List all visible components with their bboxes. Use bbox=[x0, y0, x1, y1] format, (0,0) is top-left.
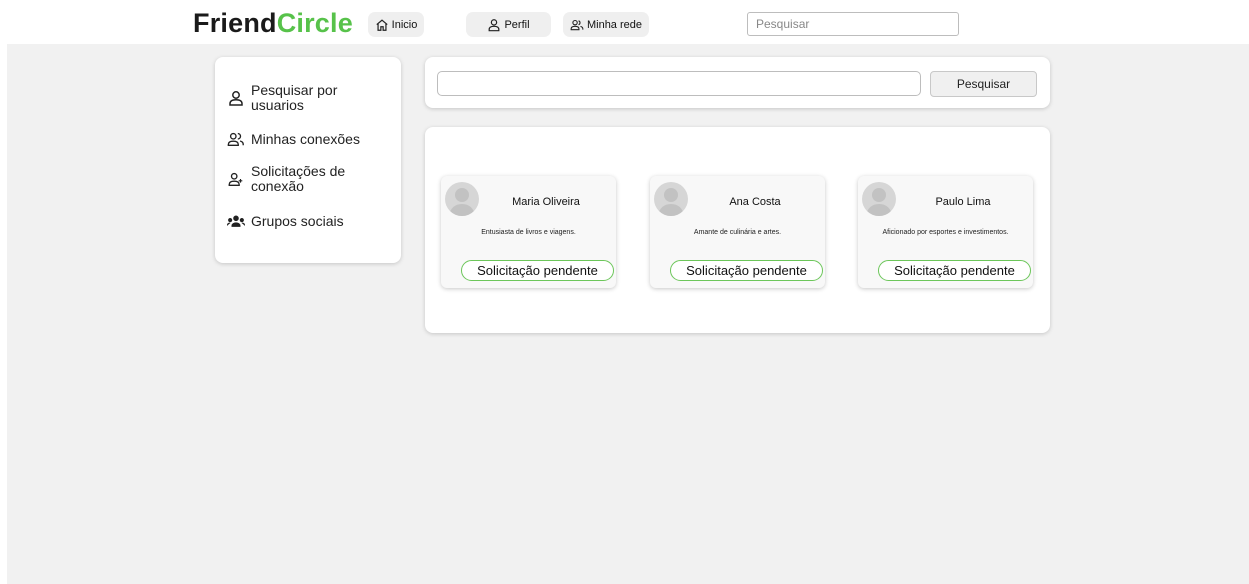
top-header: FriendCircle Inicio Perfil Minha rede bbox=[0, 0, 1249, 44]
user-bio: Amante de culinária e artes. bbox=[693, 229, 782, 236]
default-avatar-icon bbox=[449, 188, 475, 216]
search-panel: Pesquisar bbox=[425, 57, 1050, 108]
logo-circle: Circle bbox=[276, 8, 353, 38]
avatar bbox=[862, 182, 896, 216]
pending-request-button[interactable]: Solicitação pendente bbox=[461, 260, 614, 281]
sidebar-item-social-groups[interactable]: Grupos sociais bbox=[227, 212, 344, 230]
sidebar-item-label: Solicitações de conexão bbox=[251, 163, 346, 194]
group-icon bbox=[227, 215, 245, 227]
sidebar-item-label: Pesquisar por usuarios bbox=[251, 82, 338, 113]
pending-request-button[interactable]: Solicitação pendente bbox=[670, 260, 823, 281]
user-icon bbox=[489, 18, 500, 31]
avatar bbox=[445, 182, 479, 216]
users-icon bbox=[570, 19, 584, 30]
default-avatar-icon bbox=[658, 188, 684, 216]
user-bio: Aficionado por esportes e investimentos. bbox=[882, 229, 1009, 236]
user-icon bbox=[229, 91, 243, 106]
nav-profile-button[interactable]: Perfil bbox=[466, 12, 551, 37]
sidebar-item-my-connections[interactable]: Minhas conexões bbox=[227, 130, 360, 148]
user-name: Maria Oliveira bbox=[512, 196, 580, 208]
default-avatar-icon bbox=[866, 188, 892, 216]
header-search-input[interactable] bbox=[747, 12, 959, 36]
sidebar: Pesquisar por usuarios Minhas conexões S… bbox=[215, 57, 401, 263]
results-panel: Maria Oliveira Entusiasta de livros e vi… bbox=[425, 127, 1050, 333]
user-card: Maria Oliveira Entusiasta de livros e vi… bbox=[441, 176, 616, 288]
sidebar-item-connection-requests[interactable]: Solicitações de conexão bbox=[227, 164, 371, 194]
sidebar-item-label: Minhas conexões bbox=[251, 130, 360, 147]
user-name: Paulo Lima bbox=[935, 196, 991, 208]
avatar bbox=[654, 182, 688, 216]
user-name: Ana Costa bbox=[729, 196, 781, 208]
search-button[interactable]: Pesquisar bbox=[930, 71, 1037, 97]
nav-profile-label: Perfil bbox=[504, 18, 530, 31]
nav-home-label: Inicio bbox=[391, 18, 418, 31]
nav-home-button[interactable]: Inicio bbox=[368, 12, 424, 37]
sidebar-item-label: Grupos sociais bbox=[251, 212, 344, 229]
logo-friend: Friend bbox=[193, 8, 277, 38]
home-icon bbox=[376, 18, 388, 31]
user-bio: Entusiasta de livros e viagens. bbox=[481, 229, 576, 236]
app-logo[interactable]: FriendCircle bbox=[193, 8, 353, 38]
sidebar-item-search-users[interactable]: Pesquisar por usuarios bbox=[227, 83, 361, 113]
user-card: Ana Costa Amante de culinária e artes. S… bbox=[650, 176, 825, 288]
user-request-icon bbox=[228, 172, 243, 186]
user-card: Paulo Lima Aficionado por esportes e inv… bbox=[858, 176, 1033, 288]
user-search-input[interactable] bbox=[437, 71, 921, 96]
nav-network-label: Minha rede bbox=[586, 18, 643, 31]
users-icon bbox=[227, 132, 244, 146]
nav-network-button[interactable]: Minha rede bbox=[563, 12, 649, 37]
pending-request-button[interactable]: Solicitação pendente bbox=[878, 260, 1031, 281]
